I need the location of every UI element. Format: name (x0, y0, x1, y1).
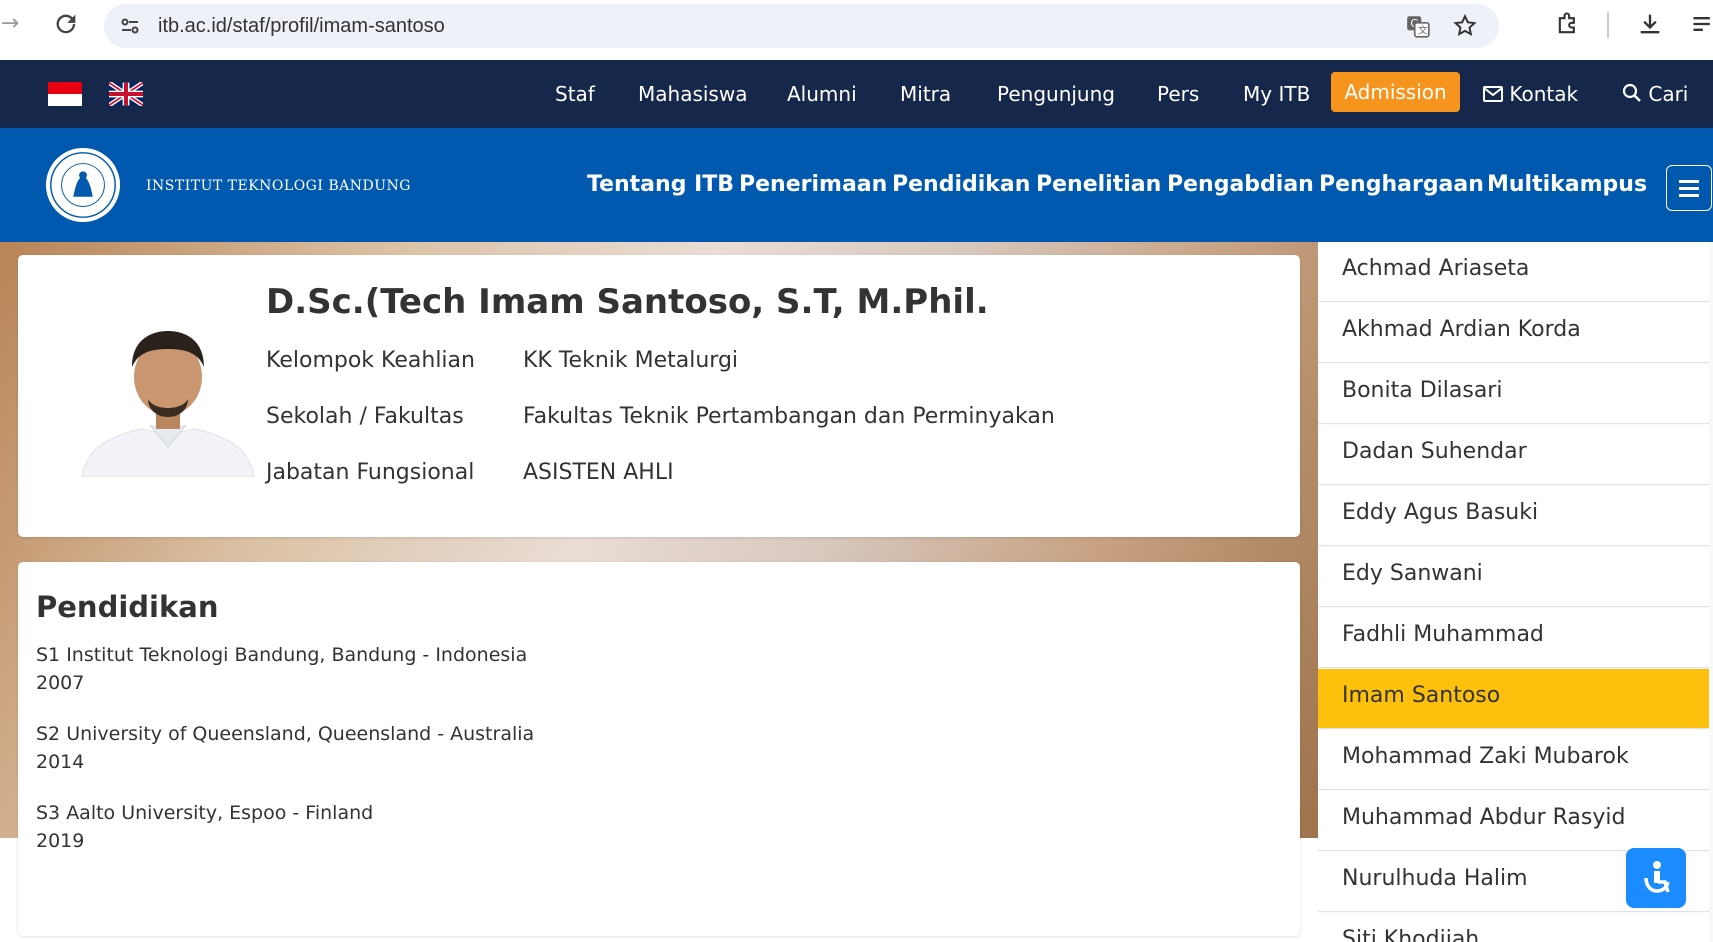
staff-name: Imam Santoso (1342, 683, 1501, 708)
nav-mahasiswa[interactable]: Mahasiswa (638, 82, 747, 106)
nav-kontak[interactable]: Kontak (1483, 82, 1578, 106)
itb-logo-icon[interactable] (44, 146, 122, 224)
field-value-jabatan-fungsional: ASISTEN AHLI (523, 460, 674, 485)
education-year: 2007 (36, 672, 85, 694)
staff-name: Siti Khodijah (1342, 927, 1480, 942)
field-label-sekolah-fakultas: Sekolah / Fakultas (266, 404, 464, 429)
uk-flag-icon[interactable] (109, 82, 143, 106)
staff-list-item[interactable]: Edy Sanwani (1318, 547, 1709, 607)
svg-text:文: 文 (1418, 24, 1428, 37)
staff-name: Eddy Agus Basuki (1342, 500, 1539, 525)
education-degree: S1 Institut Teknologi Bandung, Bandung -… (36, 644, 528, 666)
menu-tentang-itb[interactable]: Tentang ITB (587, 172, 734, 197)
download-icon[interactable] (1636, 10, 1664, 38)
staff-name: Muhammad Abdur Rasyid (1342, 805, 1626, 830)
staff-list-item[interactable]: Muhammad Abdur Rasyid (1318, 791, 1709, 851)
staff-list-item[interactable]: Mohammad Zaki Mubarok (1318, 730, 1709, 790)
menu-penelitian[interactable]: Penelitian (1036, 172, 1161, 197)
staff-name: Fadhli Muhammad (1342, 622, 1544, 647)
field-label-jabatan-fungsional: Jabatan Fungsional (266, 460, 475, 485)
menu-multikampus[interactable]: Multikampus (1487, 172, 1647, 197)
staff-list-item[interactable]: Akhmad Ardian Korda (1318, 303, 1709, 363)
menu-penghargaan[interactable]: Penghargaan (1319, 172, 1484, 197)
profile-card: D.Sc.(Tech Imam Santoso, S.T, M.Phil. Ke… (18, 255, 1300, 537)
translate-icon[interactable]: G 文 (1405, 13, 1431, 39)
cari-label: Cari (1648, 82, 1689, 106)
indonesia-flag-icon[interactable] (48, 82, 82, 106)
nav-pengunjung[interactable]: Pengunjung (997, 82, 1115, 106)
nav-mitra[interactable]: Mitra (900, 82, 951, 106)
top-navigation: Staf Mahasiswa Alumni Mitra Pengunjung P… (0, 60, 1713, 128)
field-value-sekolah-fakultas: Fakultas Teknik Pertambangan dan Perminy… (523, 404, 1055, 429)
staff-name: Mohammad Zaki Mubarok (1342, 744, 1629, 769)
back-arrow-icon[interactable]: → (0, 10, 24, 38)
staff-list-item[interactable]: Achmad Ariaseta (1318, 242, 1709, 302)
browser-toolbar: → itb.ac.id/staf/profil/imam-santoso G 文 (0, 0, 1713, 55)
education-year: 2014 (36, 751, 85, 773)
search-icon (1622, 83, 1641, 102)
nav-cari[interactable]: Cari (1622, 82, 1688, 106)
staff-name: Edy Sanwani (1342, 561, 1483, 586)
staff-list-item[interactable]: Bonita Dilasari (1318, 364, 1709, 424)
staff-list-item[interactable]: Fadhli Muhammad (1318, 608, 1709, 668)
staff-name: Achmad Ariaseta (1342, 256, 1530, 281)
address-bar[interactable]: itb.ac.id/staf/profil/imam-santoso G 文 (104, 4, 1499, 48)
extensions-icon[interactable] (1554, 10, 1582, 38)
reload-icon[interactable] (52, 10, 80, 38)
menu-pengabdian[interactable]: Pengabdian (1167, 172, 1314, 197)
staff-list-item[interactable]: Eddy Agus Basuki (1318, 486, 1709, 546)
site-info-icon[interactable] (118, 14, 142, 38)
staff-list-item[interactable]: Dadan Suhendar (1318, 425, 1709, 485)
field-value-kelompok-keahlian: KK Teknik Metalurgi (523, 348, 739, 373)
staff-name: Bonita Dilasari (1342, 378, 1503, 403)
education-degree: S3 Aalto University, Espoo - Finland (36, 802, 374, 824)
profile-photo (80, 317, 256, 477)
staff-name: Nurulhuda Halim (1342, 866, 1528, 891)
main-navigation: INSTITUT TEKNOLOGI BANDUNG Tentang ITB P… (0, 128, 1713, 242)
education-year: 2019 (36, 830, 85, 852)
nav-alumni[interactable]: Alumni (787, 82, 857, 106)
education-title: Pendidikan (36, 590, 219, 624)
staff-list-item-active[interactable]: Imam Santoso (1318, 669, 1709, 729)
staff-sidebar: Achmad Ariaseta Akhmad Ardian Korda Boni… (1318, 242, 1713, 942)
hamburger-menu-icon[interactable] (1666, 165, 1712, 211)
reading-list-icon[interactable] (1690, 10, 1713, 38)
menu-penerimaan[interactable]: Penerimaan (739, 172, 887, 197)
toolbar-divider (1607, 12, 1609, 38)
staff-name: Akhmad Ardian Korda (1342, 317, 1581, 342)
field-label-kelompok-keahlian: Kelompok Keahlian (266, 348, 475, 373)
profile-name: D.Sc.(Tech Imam Santoso, S.T, M.Phil. (266, 282, 989, 322)
bookmark-star-icon[interactable] (1452, 13, 1478, 39)
staff-list-item[interactable]: Siti Khodijah (1318, 913, 1709, 942)
education-card: Pendidikan S1 Institut Teknologi Bandung… (18, 562, 1300, 936)
url-text[interactable]: itb.ac.id/staf/profil/imam-santoso (158, 15, 445, 38)
education-degree: S2 University of Queensland, Queensland … (36, 723, 535, 745)
menu-pendidikan[interactable]: Pendidikan (892, 172, 1030, 197)
nav-my-itb[interactable]: My ITB (1243, 82, 1310, 106)
staff-name: Dadan Suhendar (1342, 439, 1527, 464)
admission-button[interactable]: Admission (1331, 72, 1460, 112)
kontak-label: Kontak (1509, 82, 1579, 106)
accessibility-icon[interactable] (1626, 848, 1686, 908)
institution-name[interactable]: INSTITUT TEKNOLOGI BANDUNG (146, 178, 411, 194)
nav-staf[interactable]: Staf (555, 82, 595, 106)
nav-pers[interactable]: Pers (1157, 82, 1199, 106)
mail-icon (1483, 86, 1503, 102)
